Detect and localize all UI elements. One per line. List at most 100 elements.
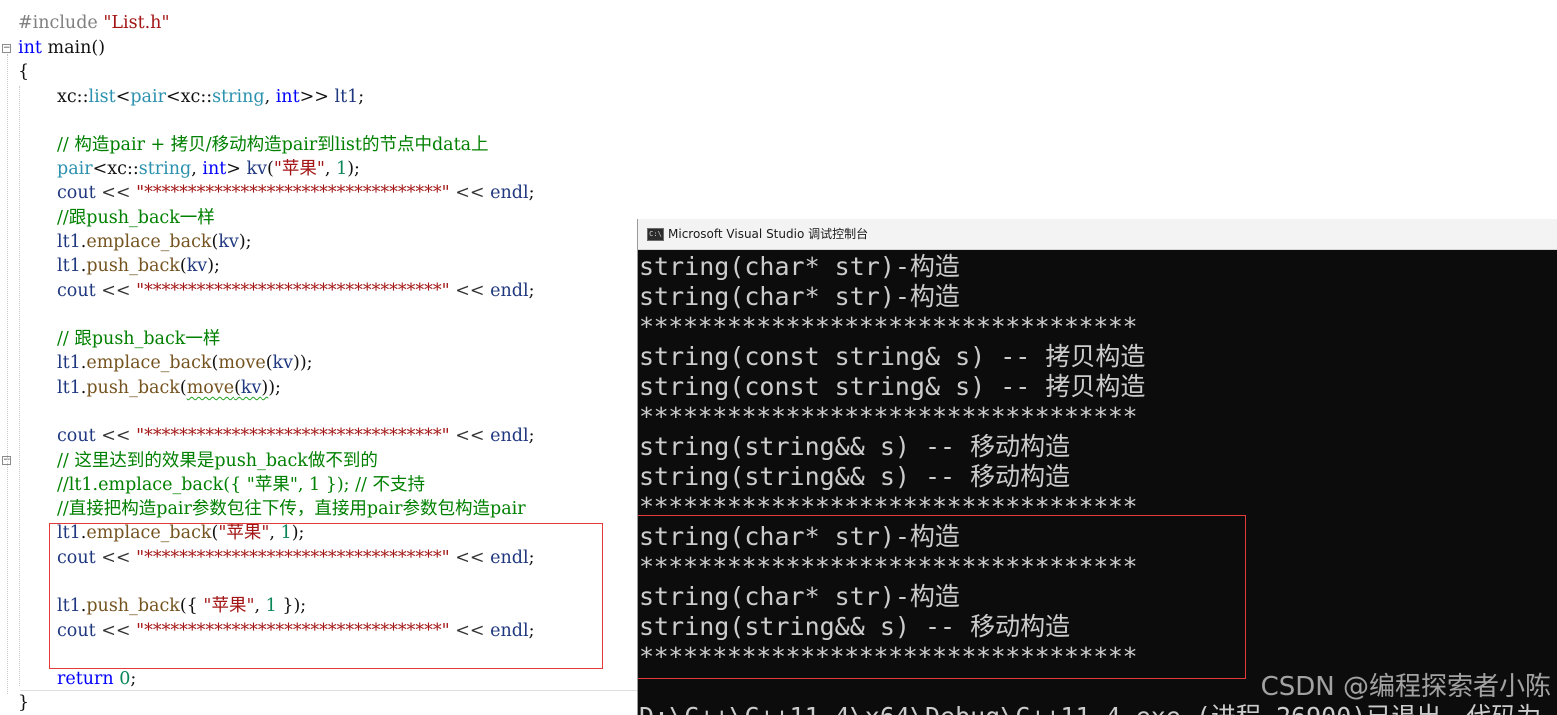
code-line-push-back[interactable]: lt1.push_back(kv); — [57, 254, 220, 278]
string-literal: "**********************************" — [136, 183, 450, 203]
endl: endl — [490, 281, 529, 301]
type-list: list — [88, 87, 116, 107]
angle: < — [165, 87, 181, 107]
console-app-icon: C:\ — [647, 228, 664, 241]
code-line-pair-decl[interactable]: pair<xc::string, int> kv("苹果", 1); — [57, 157, 360, 181]
semicolon: ; — [528, 548, 535, 568]
console-title: Microsoft Visual Studio 调试控制台 — [668, 227, 869, 241]
semicolon: ; — [528, 281, 535, 301]
console-output-line: string(string&& s) -- 移动构造 — [639, 462, 1071, 491]
keyword-return: return — [57, 669, 114, 689]
fold-toggle-main[interactable]: − — [2, 44, 11, 53]
function-move: move — [218, 353, 266, 373]
variable-lt1: lt1 — [328, 87, 359, 107]
variable-lt1: lt1 — [57, 353, 81, 373]
code-line-comment[interactable]: // 这里达到的效果是push_back做不到的 — [57, 449, 378, 473]
stream-op: << — [95, 281, 137, 301]
endl: endl — [490, 426, 529, 446]
warning-squiggle[interactable]: move(kv) — [187, 378, 269, 398]
stream-op: << — [95, 426, 137, 446]
stream-op: << — [449, 621, 491, 641]
comma: , — [191, 159, 203, 179]
angle: < — [115, 87, 131, 107]
code-line-cout[interactable]: cout << "*******************************… — [57, 424, 535, 448]
variable-lt1: lt1 — [57, 596, 81, 616]
type-string: string — [212, 87, 265, 107]
endl: endl — [490, 548, 529, 568]
paren: ({ — [179, 596, 204, 616]
code-line-cout[interactable]: cout << "*******************************… — [57, 546, 535, 570]
scope-op: :: — [200, 87, 213, 107]
code-line-list-decl[interactable]: xc::list<pair<xc::string, int>> lt1; — [57, 85, 364, 109]
code-line-comment[interactable]: // 构造pair + 拷贝/移动构造pair到list的节点中data上 — [57, 133, 489, 157]
code-line-close-brace[interactable]: } — [18, 691, 29, 715]
console-exit-line: D:\C++\C++11-4\x64\Debug\C++11-4.exe (进程… — [639, 702, 1557, 715]
code-line-include[interactable]: #include "List.h" — [18, 11, 170, 35]
console-output-line: string(string&& s) -- 移动构造 — [639, 612, 1071, 641]
angle: >> — [299, 87, 329, 107]
variable-kv: kv — [272, 353, 294, 373]
variable-kv: kv — [240, 378, 262, 398]
console-output-line: ********************************** — [639, 492, 1138, 521]
console-titlebar[interactable]: C:\ Microsoft Visual Studio 调试控制台 — [638, 219, 1557, 250]
code-line-push-back-init-list[interactable]: lt1.push_back({ "苹果", 1 }); — [57, 594, 306, 618]
code-line-cout[interactable]: cout << "*******************************… — [57, 279, 535, 303]
paren: ( — [179, 378, 187, 398]
console-output-line: ********************************** — [639, 642, 1138, 671]
scope-op: :: — [76, 87, 89, 107]
string-literal: "**********************************" — [136, 281, 450, 301]
stream-op: << — [449, 281, 491, 301]
comment: //跟push_back一样 — [57, 208, 215, 228]
code-line-comment[interactable]: // 跟push_back一样 — [57, 327, 220, 351]
angle: < — [92, 159, 108, 179]
variable-lt1: lt1 — [57, 232, 81, 252]
stream-op: << — [449, 548, 491, 568]
code-line-return[interactable]: return 0; — [57, 667, 136, 691]
console-output-line: string(const string& s) -- 拷贝构造 — [639, 342, 1146, 371]
comment: // 这里达到的效果是push_back做不到的 — [57, 451, 378, 471]
code-line-emplace-back-move[interactable]: lt1.emplace_back(move(kv)); — [57, 351, 313, 375]
paren: ( — [265, 353, 273, 373]
close-brace: } — [18, 693, 30, 713]
namespace: xc — [107, 159, 127, 179]
code-line-open-brace[interactable]: { — [18, 60, 29, 84]
scope-op: :: — [126, 159, 139, 179]
console-output-line: string(char* str)-构造 — [639, 582, 960, 611]
code-line-emplace-back[interactable]: lt1.emplace_back(kv); — [57, 230, 252, 254]
comment: //lt1.emplace_back({ "苹果", 1 }); // 不支持 — [57, 475, 425, 495]
comma: , — [269, 523, 281, 543]
code-line-push-back-move[interactable]: lt1.push_back(move(kv)); — [57, 376, 281, 400]
debug-console-window[interactable]: C:\ Microsoft Visual Studio 调试控制台 string… — [637, 219, 1557, 715]
paren: ); — [207, 256, 220, 276]
open-brace: { — [18, 62, 30, 82]
current-line-border — [20, 690, 637, 691]
code-line-main-signature[interactable]: int main() — [18, 36, 105, 60]
main-decl: main() — [41, 38, 106, 58]
stream-op: << — [95, 183, 137, 203]
console-output-line: ********************************** — [639, 312, 1138, 341]
comma: , — [324, 159, 337, 179]
semicolon: ; — [528, 426, 535, 446]
code-line-cout[interactable]: cout << "*******************************… — [57, 181, 535, 205]
semicolon: ; — [528, 621, 535, 641]
include-path: "List.h" — [103, 13, 170, 33]
code-line-emplace-back-args[interactable]: lt1.emplace_back("苹果", 1); — [57, 521, 304, 545]
endl: endl — [490, 183, 529, 203]
indent-guide — [19, 86, 20, 686]
stream-op: << — [95, 548, 137, 568]
namespace: xc — [57, 87, 77, 107]
code-line-comment[interactable]: //直接把构造pair参数包往下传，直接用pair参数包构造pair — [57, 497, 526, 521]
keyword-int: int — [202, 159, 227, 179]
console-output-line: string(char* str)-构造 — [639, 522, 960, 551]
paren: ); — [291, 523, 305, 543]
paren: )); — [293, 353, 313, 373]
code-line-cout[interactable]: cout << "*******************************… — [57, 619, 535, 643]
string-literal: "**********************************" — [136, 426, 450, 446]
comment: // 构造pair + 拷贝/移动构造pair到list的节点中data上 — [57, 135, 489, 155]
code-line-comment[interactable]: //lt1.emplace_back({ "苹果", 1 }); // 不支持 — [57, 473, 425, 497]
console-output-line: string(string&& s) -- 移动构造 — [639, 432, 1071, 461]
number-literal: 0 — [119, 669, 131, 689]
code-line-comment[interactable]: //跟push_back一样 — [57, 206, 215, 230]
comma: , — [264, 87, 276, 107]
console-output-line: string(const string& s) -- 拷贝构造 — [639, 372, 1146, 401]
